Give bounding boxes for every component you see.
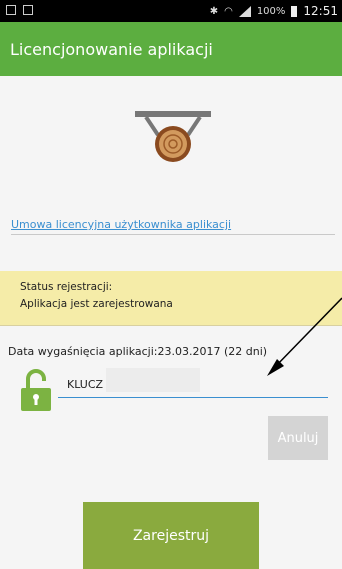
cancel-button[interactable]: Anuluj [268, 416, 328, 460]
status-bar: ✱ ◠ 100% 12:51 [0, 0, 342, 22]
lock-open-icon [21, 369, 51, 411]
app-title: Licencjonowanie aplikacji [10, 39, 213, 59]
expiry-date-text: Data wygaśnięcia aplikacji:23.03.2017 (2… [8, 345, 268, 358]
app-logo-icon [135, 111, 211, 162]
app-bar: Licencjonowanie aplikacji [0, 22, 342, 76]
bluetooth-icon: ✱ [209, 5, 219, 17]
battery-level: 100% [256, 5, 286, 17]
cast-icon [23, 5, 33, 15]
status-bar-left [6, 5, 33, 15]
registration-status-text: Aplikacja jest zarejestrowana [20, 298, 173, 310]
registration-status-title: Status rejestracji: [20, 281, 113, 293]
clock: 12:51 [303, 4, 338, 18]
screen-icon [6, 5, 16, 15]
key-value-mask [106, 368, 200, 392]
license-agreement-link[interactable]: Umowa licencyjna użytkownika aplikacji [11, 218, 231, 231]
link-divider [11, 234, 335, 235]
signal-icon [238, 5, 251, 17]
battery-icon [291, 5, 298, 17]
register-button[interactable]: Zarejestruj [83, 502, 259, 569]
wifi-icon: ◠ [224, 5, 233, 17]
status-bar-right: ✱ ◠ 100% 12:51 [210, 4, 338, 18]
